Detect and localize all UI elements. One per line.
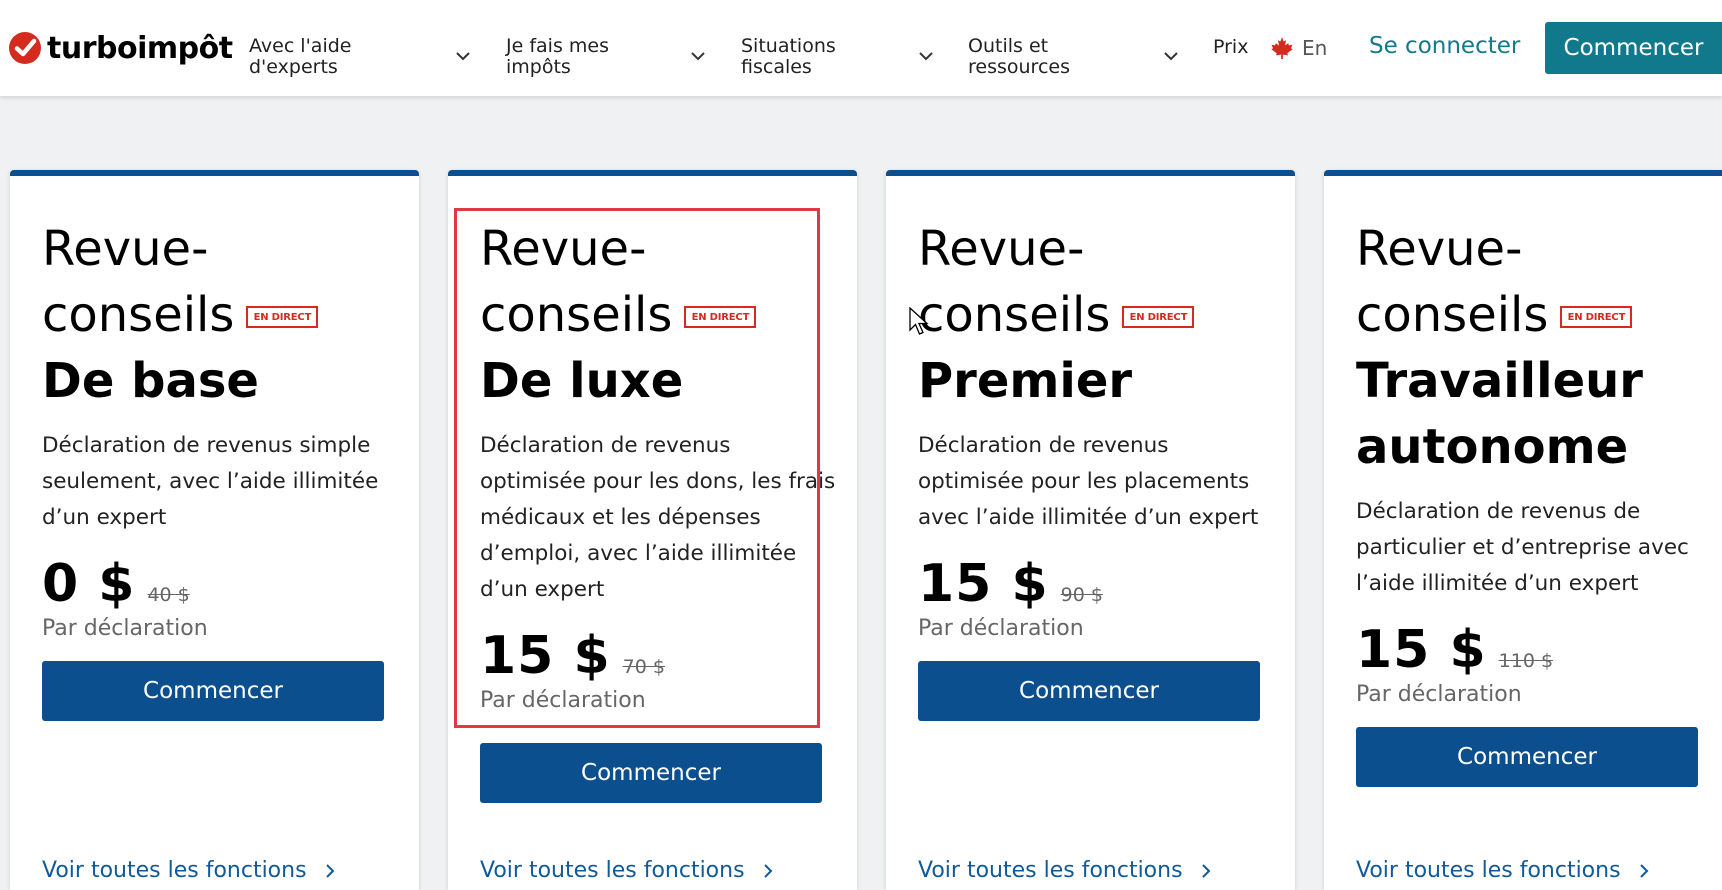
language-toggle[interactable]: En bbox=[1270, 36, 1327, 60]
plan-name: Premier bbox=[918, 353, 1133, 409]
nav-label: Je fais mes impôts bbox=[506, 35, 609, 78]
card-title-line1: Revue- bbox=[918, 221, 1085, 277]
price-per-label: Par déclaration bbox=[918, 616, 1084, 641]
see-all-features-link[interactable]: Voir toutes les fonctions bbox=[42, 858, 337, 883]
nav-label: Outils et ressources bbox=[968, 35, 1070, 78]
price-per-label: Par déclaration bbox=[42, 616, 208, 641]
plan-description: Déclaration de revenus optimisée pour le… bbox=[918, 433, 1259, 530]
plan-card-de-base: Revue- conseils EN DIRECT De base Déclar… bbox=[10, 170, 419, 890]
card-title-line2: conseils bbox=[480, 287, 673, 343]
price-per-label: Par déclaration bbox=[1356, 682, 1522, 707]
card-title-line2: conseils bbox=[1356, 287, 1549, 343]
plan-price: 0 $ bbox=[42, 554, 136, 614]
start-button[interactable]: Commencer bbox=[42, 661, 384, 721]
chevron-right-icon bbox=[1639, 863, 1648, 878]
plan-price: 15 $ bbox=[1356, 620, 1487, 680]
card-title-line2: conseils bbox=[918, 287, 1111, 343]
see-all-features-label: Voir toutes les fonctions bbox=[1356, 858, 1621, 883]
plan-price: 15 $ bbox=[918, 554, 1049, 614]
site-header: turboimpôt Avec l'aide d'experts Je fais… bbox=[0, 0, 1722, 96]
plan-old-price: 40 $ bbox=[147, 584, 190, 606]
plan-old-price: 110 $ bbox=[1498, 650, 1554, 672]
chevron-right-icon bbox=[1201, 863, 1210, 878]
plan-price: 15 $ bbox=[480, 626, 611, 686]
plan-card-de-luxe: Revue- conseils EN DIRECT De luxe Déclar… bbox=[448, 170, 857, 890]
language-label: En bbox=[1302, 36, 1328, 60]
plan-card-premier: Revue- conseils EN DIRECT Premier Déclar… bbox=[886, 170, 1295, 890]
nav-label: Situations fiscales bbox=[741, 35, 836, 78]
price-per-label: Par déclaration bbox=[480, 688, 646, 713]
see-all-features-label: Voir toutes les fonctions bbox=[42, 858, 307, 883]
see-all-features-label: Voir toutes les fonctions bbox=[918, 858, 1183, 883]
plan-description: Déclaration de revenus simple seulement,… bbox=[42, 433, 379, 530]
chevron-down-icon[interactable] bbox=[690, 48, 706, 64]
see-all-features-link[interactable]: Voir toutes les fonctions bbox=[480, 858, 775, 883]
chevron-down-icon[interactable] bbox=[455, 48, 471, 64]
plan-name: Travailleur autonome bbox=[1356, 353, 1643, 475]
chevron-right-icon bbox=[325, 863, 334, 878]
card-title-line2: conseils bbox=[42, 287, 235, 343]
card-title-line1: Revue- bbox=[480, 221, 647, 277]
plan-name: De luxe bbox=[480, 353, 684, 409]
nav-prix[interactable]: Prix bbox=[1213, 36, 1248, 58]
card-title-line1: Revue- bbox=[42, 221, 209, 277]
maple-leaf-icon bbox=[1271, 37, 1293, 59]
logo-wordmark: turboimpôt bbox=[47, 30, 233, 66]
chevron-down-icon[interactable] bbox=[918, 48, 934, 64]
card-title-line1: Revue- bbox=[1356, 221, 1523, 277]
live-badge: EN DIRECT bbox=[1560, 306, 1633, 328]
plan-card-travailleur-autonome: Revue- conseils EN DIRECT Travailleur au… bbox=[1324, 170, 1722, 890]
nav-situations-fiscales[interactable]: Situations fiscales bbox=[741, 36, 836, 78]
nav-outils-ressources[interactable]: Outils et ressources bbox=[968, 36, 1070, 78]
sign-in-link[interactable]: Se connecter bbox=[1369, 33, 1520, 59]
live-badge: EN DIRECT bbox=[684, 306, 757, 328]
see-all-features-label: Voir toutes les fonctions bbox=[480, 858, 745, 883]
live-badge: EN DIRECT bbox=[1122, 306, 1195, 328]
live-badge: EN DIRECT bbox=[246, 306, 319, 328]
nav-label: Avec l'aide d'experts bbox=[249, 35, 352, 78]
see-all-features-link[interactable]: Voir toutes les fonctions bbox=[918, 858, 1213, 883]
start-button[interactable]: Commencer bbox=[480, 743, 822, 803]
plan-description: Déclaration de revenus optimisée pour le… bbox=[480, 433, 836, 602]
start-button[interactable]: Commencer bbox=[918, 661, 1260, 721]
check-logo-icon bbox=[9, 32, 41, 64]
chevron-right-icon bbox=[763, 863, 772, 878]
plan-description: Déclaration de revenus de particulier et… bbox=[1356, 499, 1689, 596]
plan-old-price: 90 $ bbox=[1060, 584, 1103, 606]
header-start-button[interactable]: Commencer bbox=[1545, 22, 1722, 74]
mouse-cursor-icon bbox=[909, 307, 929, 335]
nav-je-fais-mes-impots[interactable]: Je fais mes impôts bbox=[506, 36, 609, 78]
plan-name: De base bbox=[42, 353, 259, 409]
turboimpot-logo[interactable]: turboimpôt bbox=[8, 28, 233, 68]
nav-avec-aide-experts[interactable]: Avec l'aide d'experts bbox=[249, 36, 351, 78]
see-all-features-link[interactable]: Voir toutes les fonctions bbox=[1356, 858, 1651, 883]
chevron-down-icon[interactable] bbox=[1163, 48, 1179, 64]
start-button[interactable]: Commencer bbox=[1356, 727, 1698, 787]
plan-old-price: 70 $ bbox=[622, 656, 665, 678]
